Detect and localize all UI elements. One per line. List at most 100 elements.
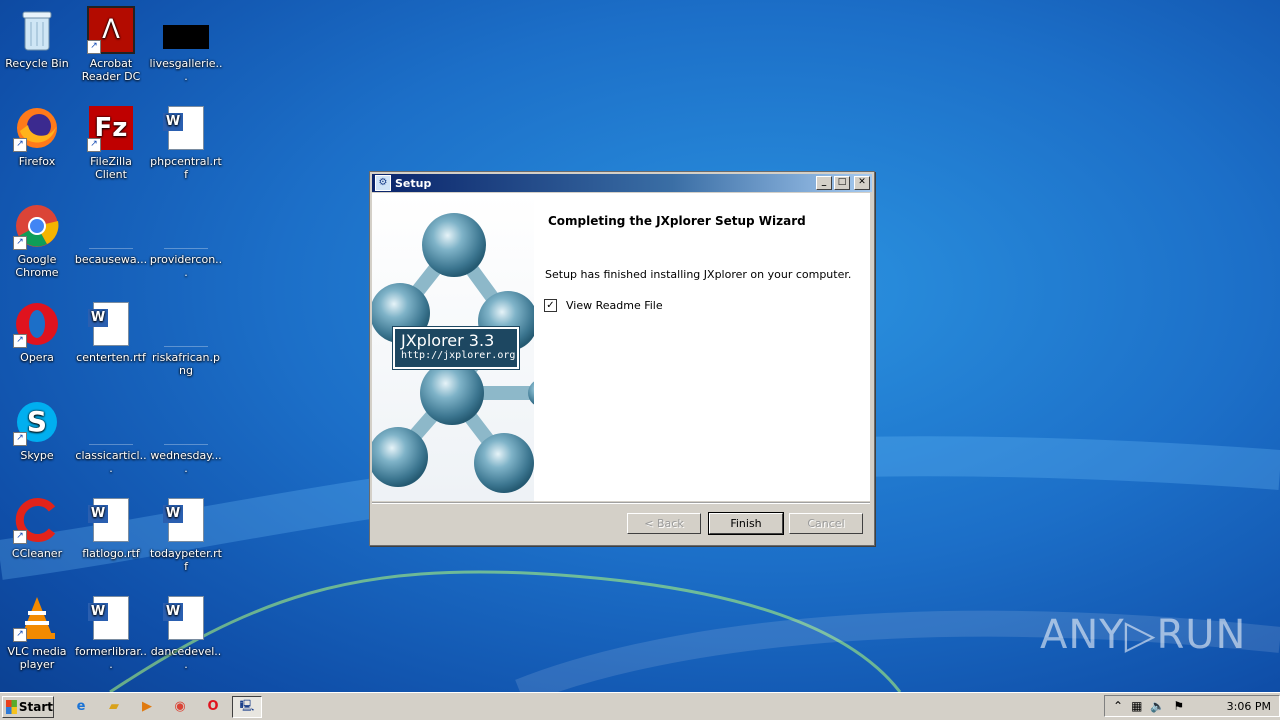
maximize-button[interactable]: □ (834, 176, 850, 190)
blank-file-icon (87, 202, 135, 250)
back-button[interactable]: < Back (627, 513, 701, 534)
product-badge: JXplorer 3.3 http://jxplorer.org (392, 326, 520, 370)
wizard-side-banner: JXplorer 3.3 http://jxplorer.org (372, 193, 534, 501)
chrome-taskbar-icon[interactable]: ◉ (169, 696, 191, 718)
desktop-icon-label: dancedevel... (150, 645, 222, 671)
wizard-content: JXplorer 3.3 http://jxplorer.org Complet… (372, 193, 870, 501)
view-readme-label: View Readme File (566, 299, 663, 312)
ccleaner-icon: ↗ (13, 496, 61, 544)
desktop-icon-label: riskafrican.png (152, 351, 220, 377)
blank-file-icon (162, 202, 210, 250)
desktop-icon-label: wednesday.... (150, 449, 222, 475)
desktop-icon-dancedevel[interactable]: W dancedevel... (149, 594, 223, 671)
desktop-icon-label: Recycle Bin (5, 57, 69, 70)
firefox-icon: ↗ (13, 104, 61, 152)
product-url: http://jxplorer.org (401, 350, 516, 361)
skype-icon: S ↗ (13, 398, 61, 446)
desktop-icon-ccleaner[interactable]: ↗ CCleaner (0, 496, 74, 560)
product-name: JXplorer 3.3 (401, 331, 495, 350)
recycle-bin-icon (13, 6, 61, 54)
desktop-icon-label: providercon... (149, 253, 223, 279)
window-titlebar[interactable]: ⚙ Setup _ □ ✕ (372, 174, 872, 192)
word-document-icon: W (87, 496, 135, 544)
desktop-icon-label: Opera (20, 351, 54, 364)
shortcut-arrow-icon: ↗ (13, 432, 27, 446)
media-player-icon[interactable]: ▶ (136, 696, 158, 718)
desktop-icon-label: Firefox (18, 155, 56, 168)
shortcut-arrow-icon: ↗ (87, 40, 101, 54)
word-document-icon: W (162, 104, 210, 152)
desktop-icon-vlc[interactable]: ↗ VLC media player (0, 594, 74, 671)
desktop-icon-recycle-bin[interactable]: Recycle Bin (0, 6, 74, 70)
taskbar: Start e ▰ ▶ ◉ O 🖳 ⌃ ▦ 🔈 ⚑ 3:06 PM (0, 692, 1280, 720)
desktop-icon-opera[interactable]: ↗ Opera (0, 300, 74, 364)
blank-file-icon (162, 398, 210, 446)
finish-button[interactable]: Finish (708, 512, 784, 535)
opera-icon: ↗ (13, 300, 61, 348)
shortcut-arrow-icon: ↗ (13, 138, 27, 152)
desktop-icon-livesgallerie[interactable]: livesgallerie... (149, 6, 223, 83)
desktop-icon-firefox[interactable]: ↗ Firefox (0, 104, 74, 168)
clock[interactable]: 3:06 PM (1227, 700, 1271, 713)
minimize-button[interactable]: _ (816, 176, 832, 190)
shortcut-arrow-icon: ↗ (13, 628, 27, 642)
start-button[interactable]: Start (2, 695, 54, 718)
view-readme-checkbox[interactable]: ✓ (544, 299, 557, 312)
wizard-message: Setup has finished installing JXplorer o… (545, 268, 852, 281)
desktop-icon-label: becausewa... (74, 253, 148, 266)
setup-app-icon: ⚙ (375, 175, 391, 191)
desktop-icon-label: centerten.rtf (76, 351, 146, 364)
desktop-icon-label: CCleaner (11, 547, 63, 560)
desktop-icon-skype[interactable]: S ↗ Skype (0, 398, 74, 462)
wizard-heading: Completing the JXplorer Setup Wizard (548, 214, 806, 228)
desktop-icon-centerten[interactable]: W centerten.rtf (74, 300, 148, 364)
cancel-button[interactable]: Cancel (789, 513, 863, 534)
start-label: Start (18, 699, 53, 714)
desktop-icon-acrobat[interactable]: ᐱ ↗ Acrobat Reader DC (74, 6, 148, 83)
desktop-icon-formerlibrar[interactable]: W formerlibrar... (74, 594, 148, 671)
word-document-icon: W (87, 300, 135, 348)
shortcut-arrow-icon: ↗ (13, 334, 27, 348)
desktop-icon-becausewa[interactable]: becausewa... (74, 202, 148, 266)
desktop-icon-providercon[interactable]: providercon... (149, 202, 223, 279)
blank-file-icon (87, 398, 135, 446)
desktop-icon-wednesday[interactable]: wednesday.... (149, 398, 223, 475)
desktop-icon-label: Skype (20, 449, 54, 462)
black-thumbnail-icon (162, 6, 210, 54)
desktop-icon-label: flatlogo.rtf (82, 547, 140, 560)
word-document-icon: W (162, 496, 210, 544)
system-tray: ⌃ ▦ 🔈 ⚑ 3:06 PM (1104, 695, 1280, 717)
volume-icon[interactable]: 🔈 (1150, 699, 1165, 713)
desktop-icon-filezilla[interactable]: Fz ↗ FileZilla Client (74, 104, 148, 181)
action-center-flag-icon[interactable]: ⚑ (1173, 699, 1184, 713)
anyrun-watermark: ANY▷RUN (1040, 612, 1247, 658)
button-separator (372, 502, 870, 504)
desktop-icon-phpcentral[interactable]: W phpcentral.rtf (149, 104, 223, 181)
vlc-icon: ↗ (13, 594, 61, 642)
setup-window[interactable]: ⚙ Setup _ □ ✕ JXplorer 3.3 http://jxplor… (369, 171, 875, 546)
view-readme-option[interactable]: ✓ View Readme File (544, 299, 663, 312)
desktop-icon-flatlogo[interactable]: W flatlogo.rtf (74, 496, 148, 560)
desktop-icon-chrome[interactable]: ↗ Google Chrome (0, 202, 74, 279)
desktop-icon-todaypeter[interactable]: W todaypeter.rtf (149, 496, 223, 573)
blank-file-icon (162, 300, 210, 348)
show-hidden-icons-icon[interactable]: ⌃ (1113, 699, 1123, 713)
desktop-icon-label: classicarticl... (75, 449, 147, 475)
chrome-icon: ↗ (13, 202, 61, 250)
window-title: Setup (395, 176, 432, 190)
file-explorer-icon[interactable]: ▰ (103, 696, 125, 718)
taskbar-setup-window-button[interactable]: 🖳 (232, 695, 262, 718)
desktop-icon-label: formerlibrar... (75, 645, 147, 671)
word-document-icon: W (87, 594, 135, 642)
desktop-icon-label: FileZilla Client (90, 155, 132, 181)
network-icon[interactable]: ▦ (1131, 699, 1142, 713)
close-button[interactable]: ✕ (854, 176, 870, 190)
internet-explorer-icon[interactable]: e (70, 696, 92, 718)
desktop-icon-classicarticl[interactable]: classicarticl... (74, 398, 148, 475)
desktop-icon-riskafrican[interactable]: riskafrican.png (149, 300, 223, 377)
shortcut-arrow-icon: ↗ (13, 530, 27, 544)
desktop-icon-label: Google Chrome (15, 253, 59, 279)
shortcut-arrow-icon: ↗ (13, 236, 27, 250)
desktop-icon-label: livesgallerie... (149, 57, 223, 83)
opera-taskbar-icon[interactable]: O (202, 696, 224, 718)
